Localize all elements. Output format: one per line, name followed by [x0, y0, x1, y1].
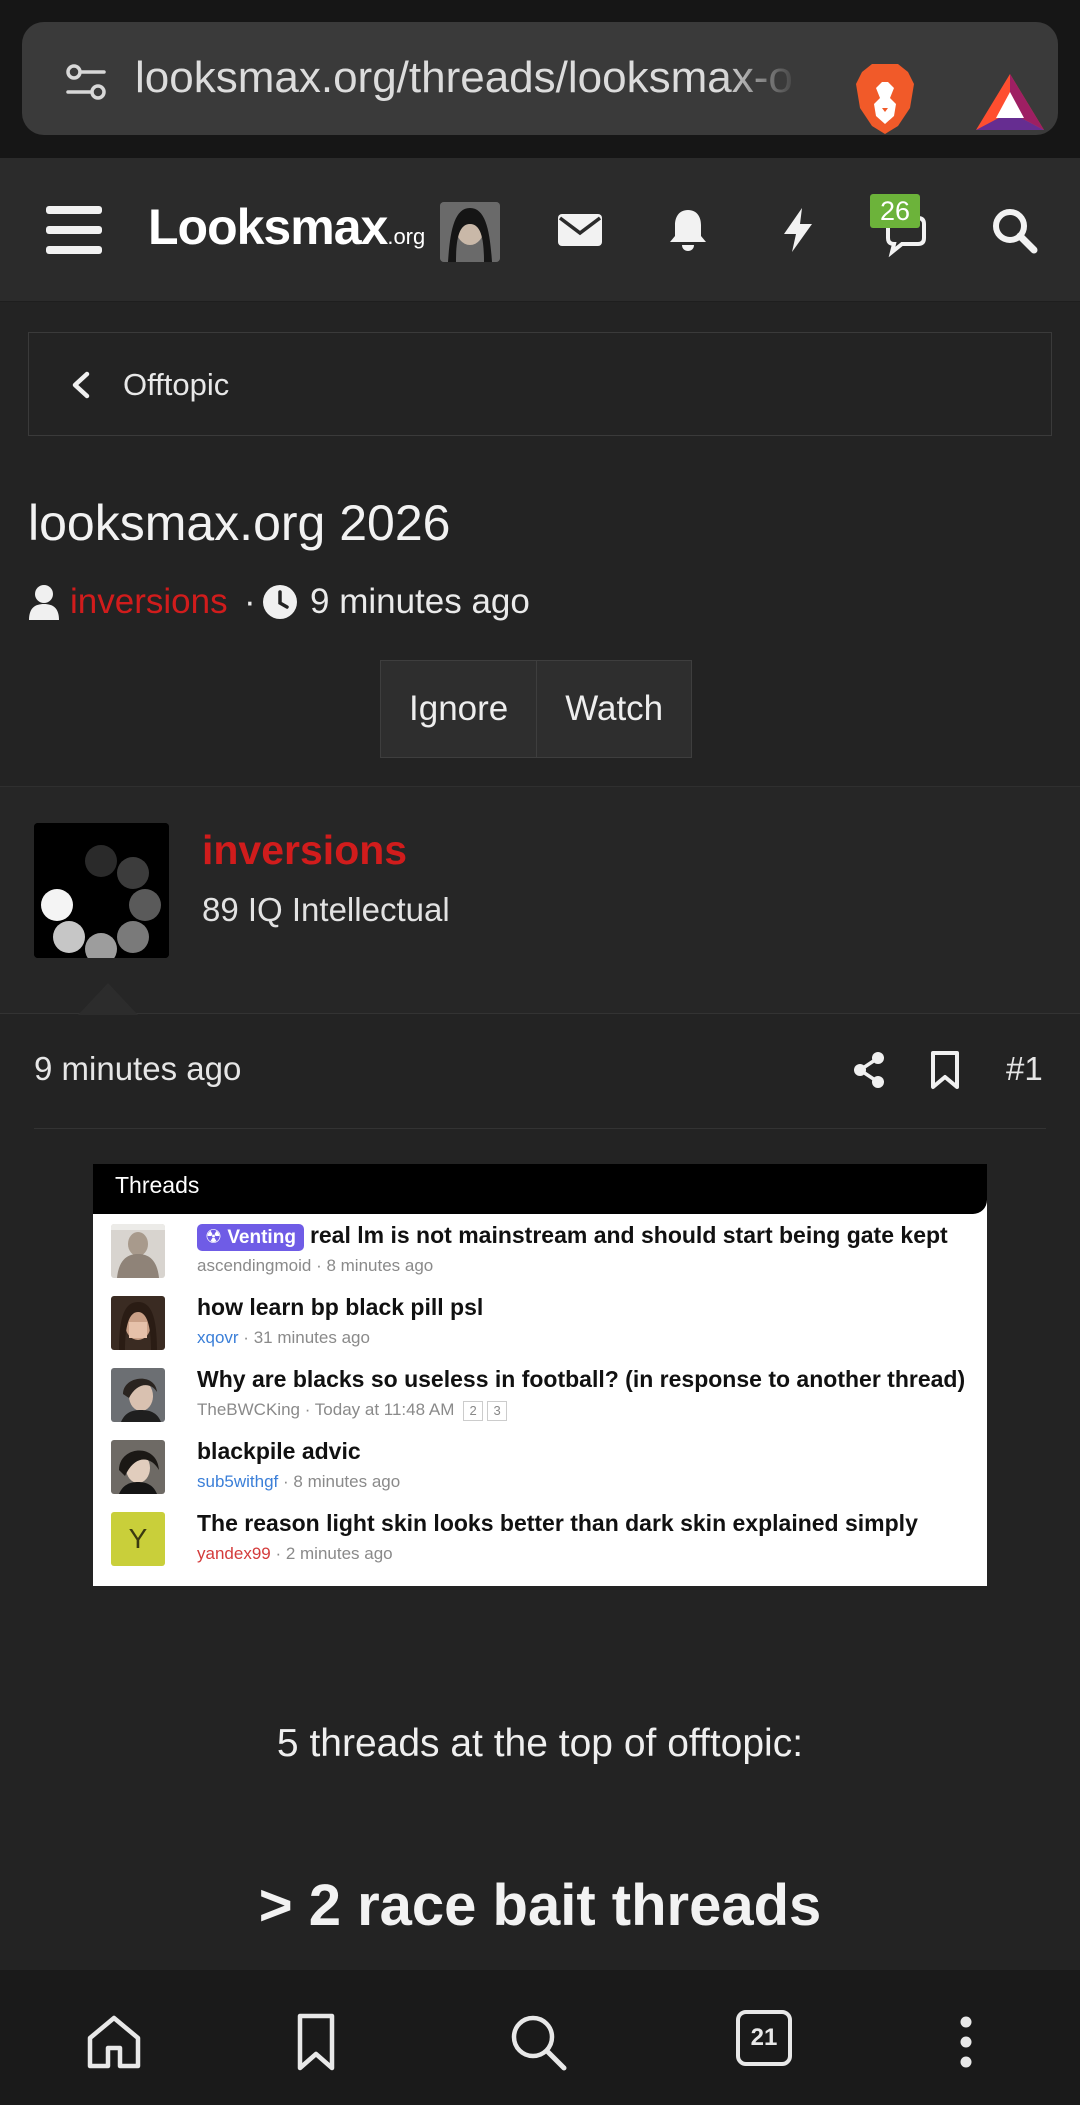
breadcrumb-label[interactable]: Offtopic	[123, 367, 229, 403]
embedded-screenshot: Threads ☢ Venting real lm is not mainstre…	[93, 1164, 987, 1586]
thread-row: ☢ Venting real lm is not mainstream and s…	[93, 1218, 987, 1290]
post-heading: > 2 race bait threads	[258, 1873, 822, 1938]
thread-row: blackpile advic sub5withgf · 8 minutes a…	[93, 1434, 987, 1506]
meta-separator: ·	[244, 582, 256, 621]
page-link: 2	[463, 1400, 484, 1421]
thread-avatar: Y	[111, 1512, 165, 1566]
url-fade	[722, 30, 832, 126]
browser-bottom-nav: 21	[0, 1970, 1080, 2105]
clock-icon	[263, 585, 297, 619]
logo-suffix: .org	[387, 224, 426, 249]
post-time[interactable]: 9 minutes ago	[34, 1050, 241, 1088]
user-icon	[29, 585, 59, 620]
mail-icon[interactable]	[556, 206, 604, 254]
thread-meta: sub5withgf · 8 minutes ago	[197, 1472, 401, 1491]
thread-avatar	[111, 1224, 165, 1278]
post-permalink[interactable]: #1	[1006, 1050, 1043, 1088]
page-title: looksmax.org 2026	[28, 495, 451, 551]
brave-rewards-icon[interactable]	[974, 72, 1046, 132]
search-icon[interactable]	[990, 206, 1038, 254]
thread-actions: Ignore Watch	[380, 660, 693, 758]
thread-title: The reason light skin looks better than …	[197, 1510, 918, 1536]
watch-button[interactable]: Watch	[536, 661, 692, 757]
thread-title: ☢ Venting real lm is not mainstream and s…	[197, 1222, 948, 1251]
site-settings-icon[interactable]	[64, 60, 108, 104]
thread-title: blackpile advic	[197, 1438, 361, 1464]
browser-toolbar: looksmax.org/threads/looksmax-o	[0, 0, 1080, 158]
embed-header-label: Threads	[115, 1172, 200, 1198]
chat-badge: 26	[870, 194, 920, 228]
thread-row: Why are blacks so useless in football? (…	[93, 1362, 987, 1434]
site-logo[interactable]: Looksmax.org	[148, 198, 425, 256]
thread-avatar	[111, 1440, 165, 1494]
thread-meta: xqovr · 31 minutes ago	[197, 1328, 370, 1347]
chevron-left-icon	[72, 371, 90, 399]
post-author-block: inversions 89 IQ Intellectual	[0, 786, 1080, 1015]
post-author-name[interactable]: inversions	[202, 827, 407, 874]
post-author-avatar[interactable]	[34, 823, 169, 958]
search-icon[interactable]	[508, 2012, 568, 2072]
author-pointer	[78, 983, 138, 1015]
lightning-icon[interactable]	[774, 206, 822, 254]
breadcrumb[interactable]: Offtopic	[28, 332, 1052, 436]
more-options-icon[interactable]	[936, 2012, 996, 2072]
bookmark-icon[interactable]	[930, 1050, 960, 1090]
thread-meta: ascendingmoid · 8 minutes ago	[197, 1256, 434, 1275]
venting-tag: ☢ Venting	[197, 1224, 304, 1251]
thread-title: Why are blacks so useless in football? (…	[197, 1366, 966, 1392]
thread-meta: TheBWCKing · Today at 11:48 AM 23	[197, 1400, 508, 1421]
thread-avatar	[111, 1296, 165, 1350]
embed-header: Threads	[93, 1164, 987, 1214]
thread-row: how learn bp black pill psl xqovr · 31 m…	[93, 1290, 987, 1362]
divider	[34, 1128, 1046, 1129]
home-icon[interactable]	[84, 2012, 144, 2072]
ignore-button[interactable]: Ignore	[381, 661, 537, 757]
thread-row: Y The reason light skin looks better tha…	[93, 1506, 987, 1578]
menu-icon[interactable]	[46, 206, 102, 254]
user-avatar[interactable]	[440, 202, 500, 262]
share-icon[interactable]	[852, 1050, 886, 1090]
brave-shields-icon[interactable]	[854, 62, 916, 136]
bookmarks-icon[interactable]	[286, 2012, 346, 2072]
bell-icon[interactable]	[664, 206, 712, 254]
thread-author-link[interactable]: inversions	[70, 582, 228, 622]
logo-main: Looksmax	[148, 199, 388, 255]
thread-meta: yandex99 · 2 minutes ago	[197, 1544, 393, 1563]
thread-title: how learn bp black pill psl	[197, 1294, 484, 1320]
thread-avatar	[111, 1368, 165, 1422]
post-text: 5 threads at the top of offtopic:	[276, 1722, 804, 1765]
thread-time: 9 minutes ago	[310, 582, 530, 621]
post-author-title: 89 IQ Intellectual	[202, 891, 450, 928]
tabs-button[interactable]: 21	[736, 2010, 792, 2066]
page-link: 3	[487, 1400, 508, 1421]
address-bar[interactable]: looksmax.org/threads/looksmax-o	[22, 22, 1058, 135]
site-header: Looksmax.org 26	[0, 158, 1080, 302]
